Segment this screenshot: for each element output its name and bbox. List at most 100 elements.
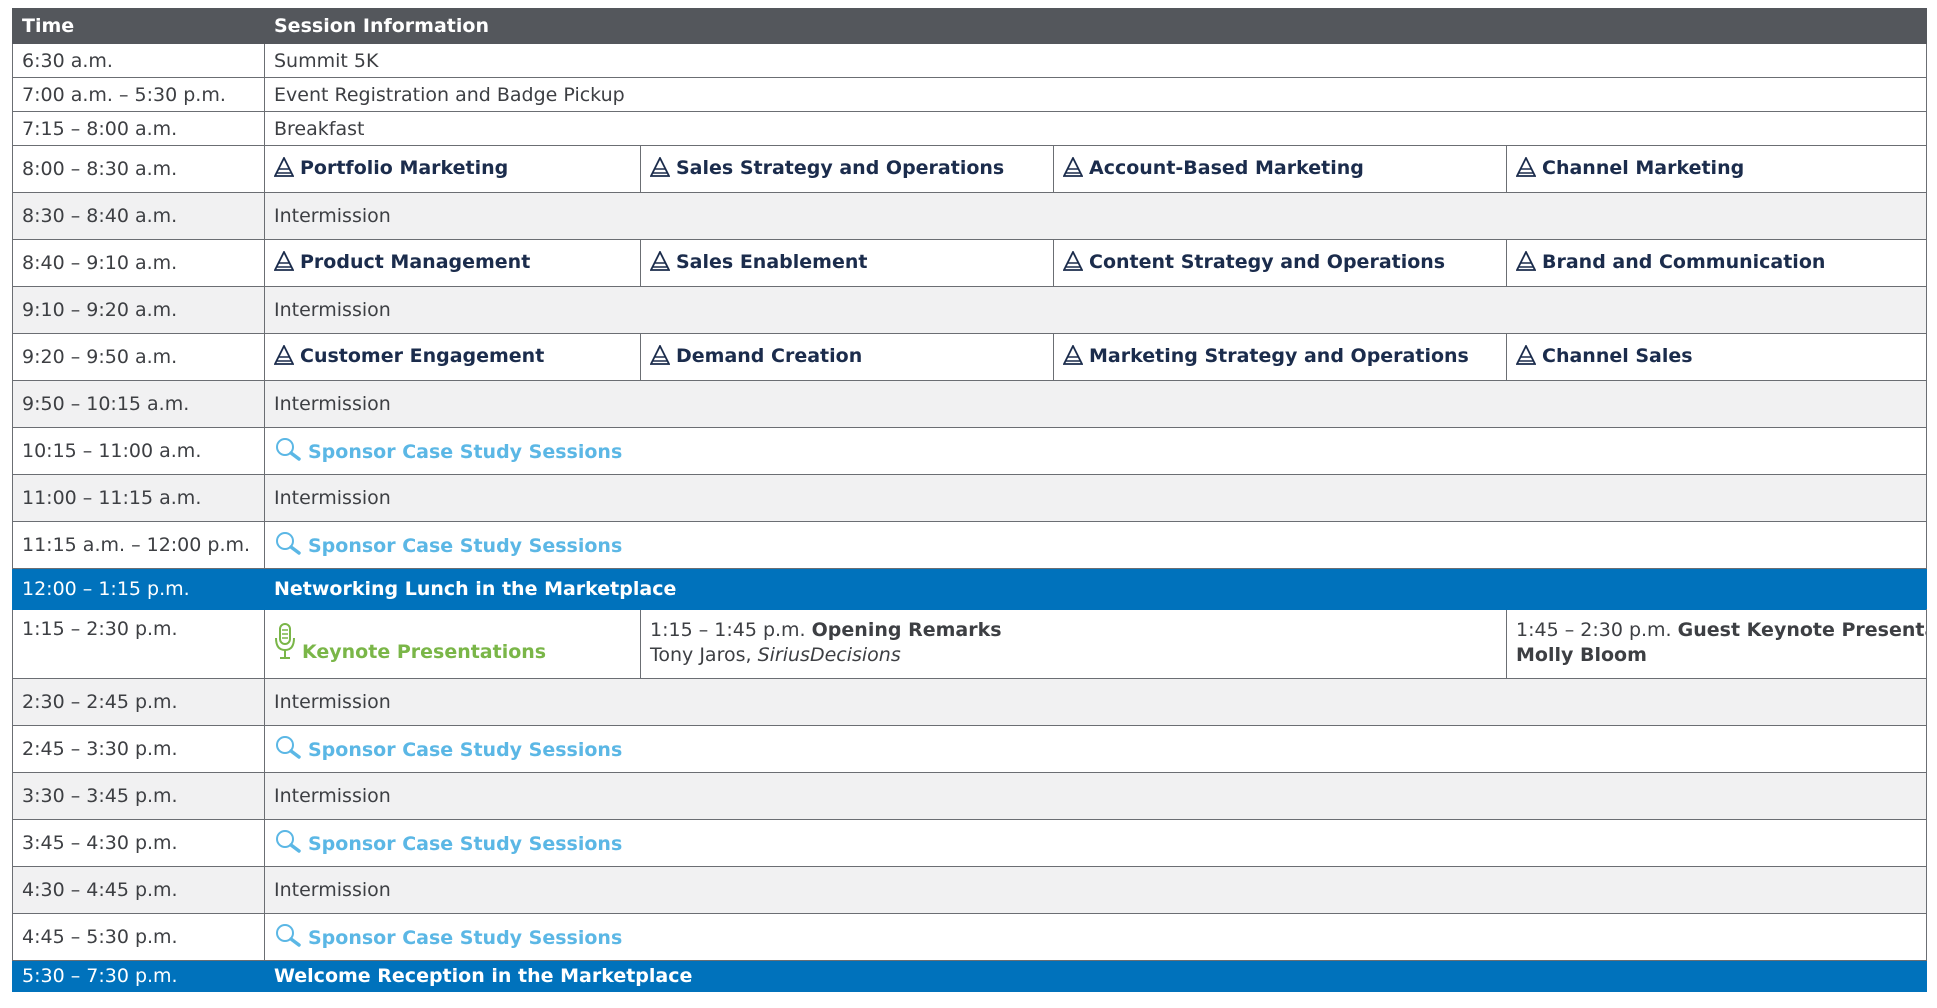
guest-keynote-cell[interactable]: 1:45 – 2:30 p.m. Guest Keynote Presentat… [1505, 609, 1928, 679]
track-cell[interactable]: Channel Sales [1505, 333, 1928, 381]
track-title: Channel Marketing [1542, 156, 1745, 179]
pyramid-icon [273, 155, 295, 182]
track-cell[interactable]: Channel Marketing [1505, 145, 1928, 193]
row-session: Intermission [263, 474, 1928, 522]
table-row: 11:00 – 11:15 a.m. Intermission [12, 474, 1928, 522]
track-title: Demand Creation [676, 344, 863, 367]
guest-keynote-title-line2: Molly Bloom [1516, 643, 1917, 668]
track-cell[interactable]: Product Management [264, 239, 641, 287]
sponsor-title: Sponsor Case Study Sessions [308, 738, 623, 761]
table-row: 3:30 – 3:45 p.m. Intermission [12, 772, 1928, 820]
pyramid-icon [649, 249, 671, 276]
pyramid-icon [1515, 249, 1537, 276]
speaker-company: SiriusDecisions [757, 644, 901, 666]
row-time: 9:50 – 10:15 a.m. [12, 380, 265, 428]
speaker-name: Tony Jaros, [650, 644, 752, 666]
row-time: 1:15 – 2:30 p.m. [12, 609, 265, 679]
sponsor-title: Sponsor Case Study Sessions [308, 440, 623, 463]
table-row: 8:30 – 8:40 a.m. Intermission [12, 192, 1928, 240]
sponsor-cell[interactable]: Sponsor Case Study Sessions [263, 725, 1928, 773]
track-cell[interactable]: Content Strategy and Operations [1053, 239, 1507, 287]
row-session: Intermission [263, 772, 1928, 820]
row-time: 3:30 – 3:45 p.m. [12, 772, 265, 820]
keynote-cell[interactable]: Keynote Presentations [264, 609, 641, 679]
row-session: Event Registration and Badge Pickup [263, 77, 1928, 112]
magnifier-icon [274, 531, 302, 560]
agenda-table-wrapper: Time Session Information 6:30 a.m. Summi… [12, 8, 1928, 992]
track-title: Customer Engagement [300, 344, 545, 367]
track-title: Channel Sales [1542, 344, 1693, 367]
table-row: 8:00 – 8:30 a.m. Portfolio Marketing Sal… [12, 145, 1928, 193]
sponsor-cell[interactable]: Sponsor Case Study Sessions [263, 427, 1928, 475]
row-time: 6:30 a.m. [12, 43, 265, 78]
row-session: Breakfast [263, 111, 1928, 146]
sponsor-cell[interactable]: Sponsor Case Study Sessions [263, 819, 1928, 867]
row-time: 7:15 – 8:00 a.m. [12, 111, 265, 146]
pyramid-icon [273, 343, 295, 370]
track-cell[interactable]: Customer Engagement [264, 333, 641, 381]
table-row: 4:30 – 4:45 p.m. Intermission [12, 866, 1928, 914]
track-cell[interactable]: Marketing Strategy and Operations [1053, 333, 1507, 381]
header-session: Session Information [263, 8, 1928, 44]
magnifier-icon [274, 735, 302, 764]
row-session: Intermission [263, 678, 1928, 726]
track-title: Sales Enablement [676, 250, 868, 273]
track-title: Portfolio Marketing [300, 156, 509, 179]
opening-remarks-cell[interactable]: 1:15 – 1:45 p.m. Opening Remarks Tony Ja… [640, 609, 1507, 679]
row-time: 4:30 – 4:45 p.m. [12, 866, 265, 914]
magnifier-icon [274, 829, 302, 858]
track-title: Content Strategy and Operations [1089, 250, 1446, 273]
table-row: 7:15 – 8:00 a.m. Breakfast [12, 111, 1928, 146]
sponsor-cell[interactable]: Sponsor Case Study Sessions [263, 913, 1928, 961]
row-time: 2:45 – 3:30 p.m. [12, 725, 265, 773]
row-session: Welcome Reception in the Marketplace [263, 960, 1928, 992]
row-time: 9:20 – 9:50 a.m. [12, 333, 265, 381]
track-title: Sales Strategy and Operations [676, 156, 1005, 179]
track-cell[interactable]: Portfolio Marketing [264, 145, 641, 193]
table-row-highlight: 5:30 – 7:30 p.m. Welcome Reception in th… [12, 960, 1928, 992]
table-row: 11:15 a.m. – 12:00 p.m. Sponsor Case Stu… [12, 521, 1928, 569]
sponsor-title: Sponsor Case Study Sessions [308, 534, 623, 557]
table-row: 9:10 – 9:20 a.m. Intermission [12, 286, 1928, 334]
table-row: 8:40 – 9:10 a.m. Product Management Sale… [12, 239, 1928, 287]
row-session: Networking Lunch in the Marketplace [263, 568, 1928, 610]
track-cell[interactable]: Sales Enablement [640, 239, 1054, 287]
microphone-icon [274, 622, 296, 666]
track-cell[interactable]: Demand Creation [640, 333, 1054, 381]
row-session: Summit 5K [263, 43, 1928, 78]
table-row: 7:00 a.m. – 5:30 p.m. Event Registration… [12, 77, 1928, 112]
row-time: 3:45 – 4:30 p.m. [12, 819, 265, 867]
guest-speaker-name: Molly Bloom [1516, 644, 1647, 666]
row-session: Intermission [263, 380, 1928, 428]
guest-keynote-heading: 1:45 – 2:30 p.m. Guest Keynote Presentat… [1516, 618, 1926, 643]
row-time: 10:15 – 11:00 a.m. [12, 427, 265, 475]
pyramid-icon [1515, 155, 1537, 182]
pyramid-icon [1515, 343, 1537, 370]
table-row-highlight: 12:00 – 1:15 p.m. Networking Lunch in th… [12, 568, 1928, 610]
track-cell[interactable]: Account-Based Marketing [1053, 145, 1507, 193]
track-cell[interactable]: Brand and Communication [1505, 239, 1928, 287]
track-cell[interactable]: Sales Strategy and Operations [640, 145, 1054, 193]
pyramid-icon [649, 343, 671, 370]
row-time: 8:30 – 8:40 a.m. [12, 192, 265, 240]
row-time: 7:00 a.m. – 5:30 p.m. [12, 77, 265, 112]
track-title: Product Management [300, 250, 531, 273]
row-time: 8:00 – 8:30 a.m. [12, 145, 265, 193]
table-row: 1:15 – 2:30 p.m. Keynote Presentations 1… [12, 609, 1928, 679]
pyramid-icon [1062, 155, 1084, 182]
row-time: 11:15 a.m. – 12:00 p.m. [12, 521, 265, 569]
table-row: 10:15 – 11:00 a.m. Sponsor Case Study Se… [12, 427, 1928, 475]
track-title: Brand and Communication [1542, 250, 1826, 273]
row-time: 12:00 – 1:15 p.m. [12, 568, 265, 610]
header-time: Time [12, 8, 265, 44]
sponsor-cell[interactable]: Sponsor Case Study Sessions [263, 521, 1928, 569]
row-session: Intermission [263, 192, 1928, 240]
table-row: 9:20 – 9:50 a.m. Customer Engagement Dem… [12, 333, 1928, 381]
row-time: 8:40 – 9:10 a.m. [12, 239, 265, 287]
row-time: 5:30 – 7:30 p.m. [12, 960, 265, 992]
pyramid-icon [1062, 343, 1084, 370]
row-time: 9:10 – 9:20 a.m. [12, 286, 265, 334]
table-header: Time Session Information [12, 8, 1928, 44]
opening-remarks-speaker-line: Tony Jaros, SiriusDecisions [650, 643, 1497, 668]
sponsor-title: Sponsor Case Study Sessions [308, 926, 623, 949]
